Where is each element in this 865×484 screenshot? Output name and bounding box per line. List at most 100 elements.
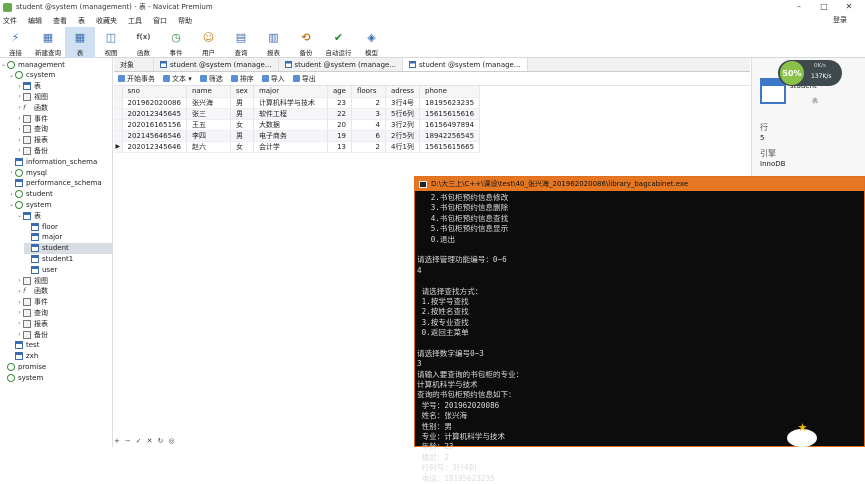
column-header-major[interactable]: major bbox=[253, 86, 328, 98]
grid-action-icon[interactable]: − bbox=[125, 437, 131, 445]
cell-sex[interactable]: 女 bbox=[230, 141, 254, 153]
cell-major[interactable]: 电子商务 bbox=[253, 130, 328, 142]
table-row[interactable]: 202016165156 王五女大数据 20 4 3行2列 16156497894 bbox=[114, 119, 481, 131]
tree-item--7[interactable]: › 报表 bbox=[16, 135, 113, 146]
column-header-sex[interactable]: sex bbox=[230, 86, 254, 98]
menu-item-7[interactable]: 帮助 bbox=[178, 16, 192, 26]
chevron-right-icon[interactable]: › bbox=[16, 137, 23, 144]
tree-item-promise-28[interactable]: promise bbox=[0, 361, 113, 372]
cell-floors[interactable]: 4 bbox=[351, 119, 386, 131]
close-button[interactable]: ✕ bbox=[843, 1, 855, 13]
grid-action-icon[interactable]: ✕ bbox=[147, 437, 153, 445]
chevron-down-icon[interactable]: ⌄ bbox=[16, 212, 23, 219]
chevron-right-icon[interactable]: › bbox=[16, 277, 23, 284]
tree-item-test-26[interactable]: test bbox=[8, 340, 113, 351]
column-header-floors[interactable]: floors bbox=[351, 86, 386, 98]
cell-age[interactable]: 13 bbox=[327, 141, 352, 153]
tree-item--6[interactable]: › 查询 bbox=[16, 124, 113, 135]
tree-item--3[interactable]: › 视图 bbox=[16, 91, 113, 102]
tree-item-zxh-27[interactable]: zxh bbox=[8, 351, 113, 362]
toolbar-report-button[interactable]: ▥ 报表 bbox=[257, 27, 290, 58]
tree-item-performance_schema-11[interactable]: performance_schema bbox=[8, 178, 113, 189]
tree-item--24[interactable]: › 报表 bbox=[16, 318, 113, 329]
tree-item-student1-18[interactable]: student1 bbox=[24, 253, 113, 264]
network-speed-widget[interactable]: 50% 0K/s 137K/s bbox=[778, 60, 842, 86]
tree-item--22[interactable]: › 事件 bbox=[16, 297, 113, 308]
toolbar-new-query-button[interactable]: ▦ 新建查询 bbox=[31, 27, 65, 58]
toolbar-backup-button[interactable]: ⟲ 备份 bbox=[290, 27, 322, 58]
begin-transaction-button[interactable]: 开始事务 bbox=[118, 74, 155, 84]
chevron-down-icon[interactable]: ⌄ bbox=[0, 61, 7, 68]
tree-item-major-16[interactable]: major bbox=[24, 232, 113, 243]
table-row[interactable]: 202145646546 李四男电子商务 19 6 2行5列 18942256545 bbox=[114, 130, 481, 142]
cell-major[interactable]: 大数据 bbox=[253, 119, 328, 131]
tree-item--4[interactable]: › f 函数 bbox=[16, 102, 113, 113]
tree-item-student-12[interactable]: › student bbox=[8, 189, 113, 200]
cell-adress[interactable]: 3行4号 bbox=[385, 97, 421, 109]
menu-item-1[interactable]: 编辑 bbox=[28, 16, 42, 26]
cell-sno[interactable]: 202145646546 bbox=[122, 130, 187, 142]
menu-item-6[interactable]: 窗口 bbox=[153, 16, 167, 26]
chevron-right-icon[interactable]: › bbox=[8, 169, 15, 176]
tree-item--25[interactable]: › 备份 bbox=[16, 329, 113, 340]
toolbar-user-button[interactable]: ☺ 用户 bbox=[192, 27, 225, 58]
grid-action-icon[interactable]: ↻ bbox=[158, 437, 164, 445]
tree-item-system-13[interactable]: ⌄ system bbox=[8, 199, 113, 210]
tab-table-1[interactable]: student @system (manage... bbox=[154, 58, 279, 71]
toolbar-table-button[interactable]: ▦ 表 bbox=[65, 27, 95, 58]
filter-button[interactable]: 筛选 bbox=[199, 74, 223, 84]
cell-age[interactable]: 19 bbox=[327, 130, 352, 142]
tree-item-information_schema-9[interactable]: information_schema bbox=[8, 156, 113, 167]
import-button[interactable]: 导入 bbox=[261, 74, 285, 84]
menu-item-5[interactable]: 工具 bbox=[128, 16, 142, 26]
column-header-name[interactable]: name bbox=[186, 86, 231, 98]
tree-item-mysql-10[interactable]: › mysql bbox=[8, 167, 113, 178]
cell-sno[interactable]: 202012345646 bbox=[122, 141, 187, 153]
minimize-button[interactable]: – bbox=[793, 1, 805, 13]
grid-action-icon[interactable]: ✓ bbox=[136, 437, 142, 445]
text-button[interactable]: 文本 ▾ bbox=[163, 74, 192, 84]
toolbar-query-button[interactable]: ▤ 查询 bbox=[225, 27, 257, 58]
cell-age[interactable]: 22 bbox=[327, 108, 352, 120]
cell-sno[interactable]: 201962020086 bbox=[122, 97, 187, 109]
tree-item--2[interactable]: › 表 bbox=[16, 81, 113, 92]
cell-floors[interactable]: 2 bbox=[351, 141, 386, 153]
chevron-right-icon[interactable]: › bbox=[8, 191, 15, 198]
cell-phone[interactable]: 18195623235 bbox=[419, 97, 481, 109]
cell-name[interactable]: 赵六 bbox=[186, 141, 231, 153]
chevron-right-icon[interactable]: › bbox=[16, 288, 23, 295]
cell-adress[interactable]: 2行5列 bbox=[385, 130, 421, 142]
cell-age[interactable]: 20 bbox=[327, 119, 352, 131]
cell-adress[interactable]: 4行1列 bbox=[385, 141, 421, 153]
console-window[interactable]: D:\大三上\C++\课设\test\40_张兴海_201962020086\l… bbox=[414, 176, 865, 483]
cell-phone[interactable]: 18942256545 bbox=[419, 130, 481, 142]
cell-phone[interactable]: 16156497894 bbox=[419, 119, 481, 131]
chevron-right-icon[interactable]: › bbox=[16, 104, 23, 111]
export-button[interactable]: 导出 bbox=[292, 74, 316, 84]
cell-sex[interactable]: 男 bbox=[230, 108, 254, 120]
maximize-button[interactable]: □ bbox=[818, 1, 830, 13]
chevron-right-icon[interactable]: › bbox=[16, 83, 23, 90]
cell-sex[interactable]: 男 bbox=[230, 97, 254, 109]
chevron-right-icon[interactable]: › bbox=[16, 309, 23, 316]
chevron-right-icon[interactable]: › bbox=[16, 93, 23, 100]
column-header-adress[interactable]: adress bbox=[385, 86, 421, 98]
chevron-down-icon[interactable]: ⌄ bbox=[8, 72, 15, 79]
grid-action-icon[interactable]: ◎ bbox=[168, 437, 174, 445]
tree-item--5[interactable]: › 事件 bbox=[16, 113, 113, 124]
chevron-right-icon[interactable]: › bbox=[16, 299, 23, 306]
cell-sex[interactable]: 女 bbox=[230, 119, 254, 131]
cell-floors[interactable]: 6 bbox=[351, 130, 386, 142]
tree-item-floor-15[interactable]: floor bbox=[24, 221, 113, 232]
tree-item--14[interactable]: ⌄ 表 bbox=[16, 210, 113, 221]
cell-age[interactable]: 23 bbox=[327, 97, 352, 109]
cell-sno[interactable]: 202016165156 bbox=[122, 119, 187, 131]
toolbar-auto-run-button[interactable]: ✔ 自动运行 bbox=[322, 27, 355, 58]
sort-button[interactable]: 排序 bbox=[230, 74, 254, 84]
chevron-right-icon[interactable]: › bbox=[16, 115, 23, 122]
menu-item-0[interactable]: 文件 bbox=[3, 16, 17, 26]
tree-item--20[interactable]: › 视图 bbox=[16, 275, 113, 286]
tree-item--23[interactable]: › 查询 bbox=[16, 307, 113, 318]
login-button[interactable]: 登录 bbox=[833, 15, 847, 25]
console-title-bar[interactable]: D:\大三上\C++\课设\test\40_张兴海_201962020086\l… bbox=[415, 177, 864, 191]
